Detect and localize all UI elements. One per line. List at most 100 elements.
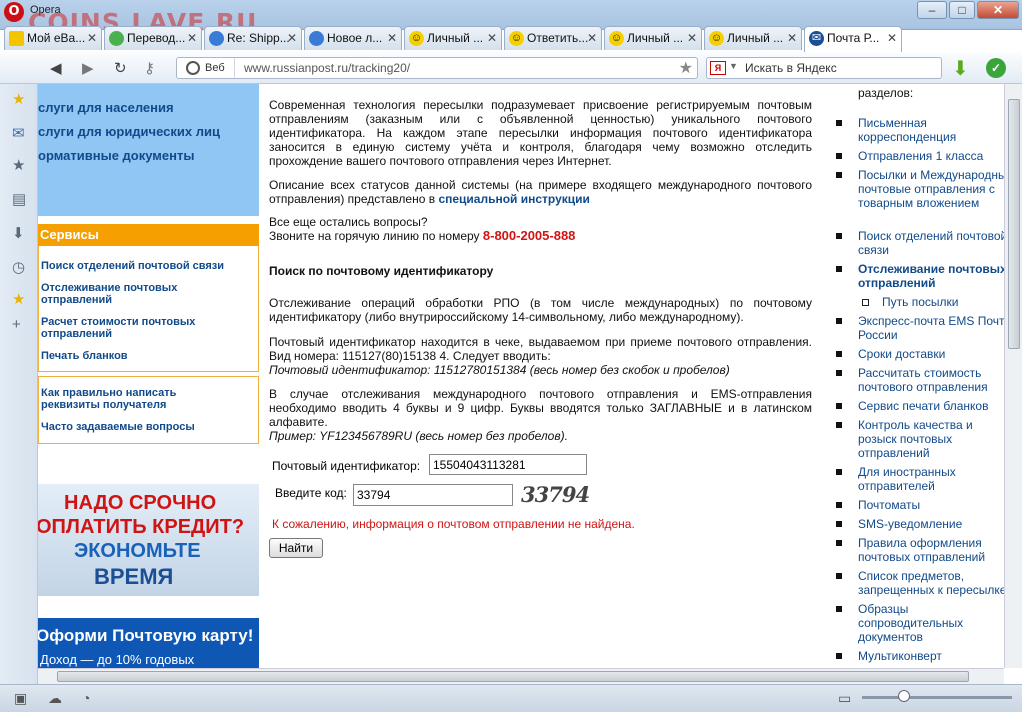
zoom-slider[interactable] [862,696,1012,699]
url-text[interactable]: www.russianpost.ru/tracking20/ [244,61,410,75]
zoom-slider-handle[interactable] [898,690,910,702]
right-nav-item[interactable]: Отправления 1 класса [830,149,1014,163]
receipt-paragraph: Почтовый идентификатор находится в чеке,… [269,335,812,363]
forward-icon[interactable]: ▶ [82,59,94,77]
notes-icon[interactable]: ▤ [12,190,26,208]
tab-active[interactable]: ✉ Почта Р... ✕ [804,26,902,52]
find-button[interactable]: Найти [269,538,323,558]
check-icon[interactable]: ✓ [986,58,1006,78]
captcha-input[interactable] [353,484,513,506]
right-nav-item[interactable]: Почтоматы [830,498,1014,512]
services-link[interactable]: Отслеживание почтовых отправлений [41,282,241,306]
nav-link[interactable]: слуги для населения [38,100,174,115]
right-nav-item[interactable]: Поиск отделений почтовой связи [830,229,1014,257]
tab[interactable]: ☺ Личный ... ✕ [604,26,702,50]
turbo-icon[interactable]: ◔ [82,690,90,706]
tab[interactable]: ☺ Ответить... ✕ [504,26,602,50]
hotline-paragraph: Звоните на горячую линию по номеру 8-800… [269,229,812,244]
close-tab-icon[interactable]: ✕ [587,27,597,49]
right-nav-subitem[interactable]: Путь посылки [830,295,1014,309]
tracking-id-input[interactable] [429,454,587,475]
tab[interactable]: Новое л... ✕ [304,26,402,50]
right-nav-item[interactable]: Для иностранных отправителей [830,465,1014,493]
right-nav-item[interactable]: Контроль качества и розыск почтовых отпр… [830,418,1014,460]
close-button[interactable]: ✕ [977,1,1019,19]
close-tab-icon[interactable]: ✕ [87,27,97,49]
back-icon[interactable]: ◀ [50,59,62,77]
web-indicator[interactable]: Веб [177,58,235,78]
services-link[interactable]: Поиск отделений почтовой связи [41,260,241,272]
instruction-link[interactable]: специальной инструкции [438,192,589,206]
downloads-icon[interactable]: ⬇ [12,224,25,242]
services-header: Сервисы [38,224,259,246]
right-nav-item[interactable]: Сроки доставки [830,347,1014,361]
mail-icon[interactable]: ✉ [12,124,25,142]
close-tab-icon[interactable]: ✕ [487,27,497,49]
card-banner[interactable]: Оформи Почтовую карту! Доход — до 10% го… [38,618,259,668]
address-bar[interactable]: Веб www.russianpost.ru/tracking20/ ★ [176,57,698,79]
new-tab-button[interactable]: + [906,27,917,48]
credit-banner[interactable]: НАДО СРОЧНО ОПЛАТИТЬ КРЕДИТ? ЭКОНОМЬТЕ В… [38,484,259,596]
close-tab-icon[interactable]: ✕ [387,27,397,49]
view-icon[interactable]: ▭ [838,690,851,707]
close-tab-icon[interactable]: ✕ [287,27,297,49]
tab[interactable]: ☺ Личный ... ✕ [704,26,802,50]
opera-logo-icon[interactable]: O [4,2,24,22]
right-nav-item[interactable]: Рассчитать стоимость почтового отправлен… [830,366,1014,394]
bullet-icon [836,573,842,579]
statuses-paragraph: Описание всех статусов данной системы (н… [269,178,812,206]
scroll-thumb[interactable] [57,671,969,682]
maximize-button[interactable]: □ [949,1,975,19]
tab[interactable]: Re: Shipp... ✕ [204,26,302,50]
right-nav-item[interactable]: Список предметов, запрещенных к пересылк… [830,569,1014,597]
bookmark-star-icon[interactable]: ★ [679,58,693,78]
close-tab-icon[interactable]: ✕ [687,27,697,49]
scroll-thumb[interactable] [1008,99,1020,349]
services-link[interactable]: Расчет стоимости почтовых отправлений [41,316,241,340]
close-tab-icon[interactable]: ✕ [187,27,197,49]
right-nav-item[interactable]: Сервис печати бланков [830,399,1014,413]
key-icon[interactable]: ⚷ [144,59,155,77]
star-icon[interactable]: ★ [12,156,25,174]
tab-label: Перевод... [127,31,186,45]
close-tab-icon[interactable]: ✕ [887,27,897,49]
right-nav-item[interactable]: Письменная корреспонденция [830,116,1014,144]
right-nav-label: Сроки доставки [858,347,946,361]
chevron-down-icon[interactable]: ▼ [729,61,738,71]
reload-icon[interactable]: ↻ [114,59,127,77]
panel-toggle-icon[interactable]: ▣ [14,690,27,707]
search-placeholder[interactable]: Искать в Яндекс [745,61,837,75]
tab[interactable]: Перевод... ✕ [104,26,202,50]
right-nav-item[interactable]: Экспресс-почта EMS Почта России [830,314,1014,342]
tab[interactable]: ☺ Личный ... ✕ [404,26,502,50]
help-link[interactable]: Часто задаваемые вопросы [41,421,241,433]
minimize-button[interactable]: – [917,1,947,19]
bullet-icon [836,422,842,428]
widgets-icon[interactable]: ★ [12,290,25,308]
id-label: Почтовый идентификатор: [272,459,421,473]
search-bar[interactable]: Я ▼ Искать в Яндекс [706,57,942,79]
unite-icon[interactable]: ☁ [48,690,62,707]
right-nav-item-active[interactable]: Отслеживание почтовых отправлений [830,262,1014,290]
vertical-scrollbar[interactable] [1004,84,1022,668]
right-nav-item[interactable]: SMS-уведомление [830,517,1014,531]
right-nav-item[interactable]: Образцы сопроводительных документов [830,602,1014,644]
right-nav-label: Отслеживание почтовых отправлений [858,262,1007,290]
nav-link[interactable]: ормативные документы [38,148,194,163]
right-nav-item[interactable]: Мультиконверт [830,649,1014,663]
close-tab-icon[interactable]: ✕ [787,27,797,49]
tab[interactable]: Мой еВа... ✕ [4,26,102,50]
ems-paragraph: В случае отслеживания международного поч… [269,387,812,429]
right-nav-item[interactable]: Посылки и Международные почтовые отправл… [830,168,1014,210]
services-link[interactable]: Печать бланков [41,350,241,362]
web-label: Веб [205,62,225,74]
help-link[interactable]: Как правильно написать реквизиты получат… [41,387,221,411]
right-nav-item[interactable]: Правила оформления почтовых отправлений [830,536,1014,564]
bookmarks-icon[interactable]: ★ [12,90,25,108]
horizontal-scrollbar[interactable] [38,668,1004,684]
yandex-icon[interactable]: Я [710,61,726,75]
add-panel-icon[interactable]: + [12,316,21,333]
nav-link[interactable]: слуги для юридических лиц [38,124,220,139]
history-icon[interactable]: ◷ [12,258,25,276]
download-icon[interactable]: ⬇ [952,56,969,81]
